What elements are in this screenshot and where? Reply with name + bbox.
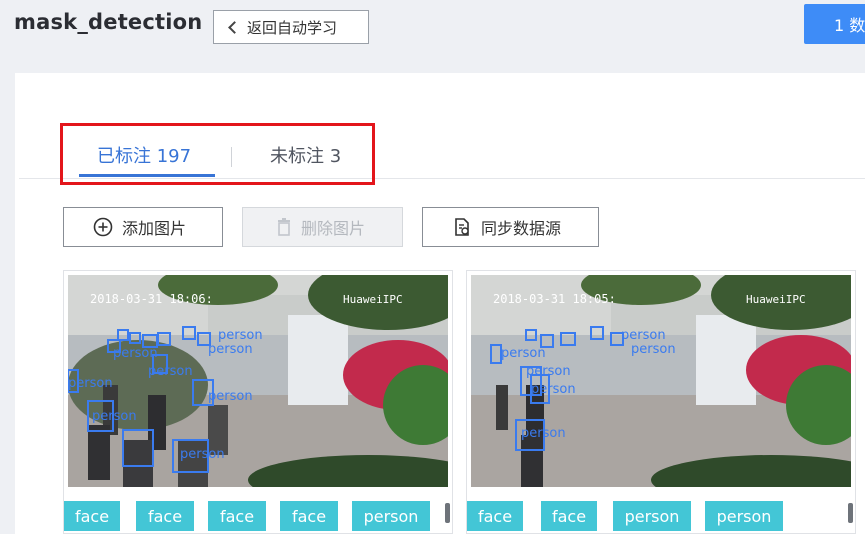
tag-chip: person <box>613 501 691 531</box>
back-button-label: 返回自动学习 <box>247 18 338 37</box>
tag-scroll-handle[interactable] <box>848 503 853 523</box>
primary-action-button[interactable]: 1 数 <box>804 4 865 44</box>
photo-camera-label: HuaweiIPC <box>746 293 806 306</box>
add-image-button[interactable]: 添加图片 <box>63 207 223 247</box>
annotated-photo[interactable]: person person person person person perso… <box>68 275 448 487</box>
tag-chip: face <box>541 501 597 531</box>
back-to-autolearn-button[interactable]: 返回自动学习 <box>213 10 369 44</box>
photo-timestamp: 2018-03-31 18:06: <box>90 292 213 306</box>
bbox-label: person <box>208 389 253 404</box>
bbox-label: person <box>631 342 676 357</box>
tag-chip: face <box>136 501 194 531</box>
tag-chip: person <box>705 501 783 531</box>
add-image-label: 添加图片 <box>122 219 187 238</box>
tag-chip: face <box>280 501 338 531</box>
image-card[interactable]: person person person person person perso… <box>63 270 453 534</box>
primary-button-label: 1 数 <box>834 16 865 35</box>
sync-datasource-button[interactable]: 同步数据源 <box>422 207 599 247</box>
bbox-label: person <box>68 376 113 391</box>
trash-icon <box>278 218 290 236</box>
bbox-label: person <box>621 328 666 343</box>
plus-circle-icon <box>93 217 113 237</box>
annotated-photo[interactable]: person person person person person perso… <box>471 275 851 487</box>
page-title: mask_detection <box>14 10 203 34</box>
tag-scroll-handle[interactable] <box>445 503 450 523</box>
tag-chip: face <box>64 501 120 531</box>
photo-timestamp: 2018-03-31 18:05: <box>493 292 616 306</box>
bbox-label: person <box>92 409 137 424</box>
delete-image-button[interactable]: 删除图片 <box>242 207 403 247</box>
chevron-left-icon <box>228 20 241 34</box>
bbox-label: person <box>218 328 263 343</box>
delete-image-label: 删除图片 <box>301 219 366 238</box>
bbox-label: person <box>208 342 253 357</box>
bbox-label: person <box>113 346 158 361</box>
bbox-label: person <box>521 426 566 441</box>
tag-chip: face <box>467 501 523 531</box>
sync-datasource-label: 同步数据源 <box>481 219 562 238</box>
tag-chip: person <box>352 501 430 531</box>
bbox-label: person <box>531 382 576 397</box>
highlight-annotation-box <box>60 123 375 185</box>
sync-document-icon <box>455 218 469 236</box>
tag-chip: face <box>208 501 266 531</box>
bbox-label: person <box>526 364 571 379</box>
image-card[interactable]: person person person person person perso… <box>466 270 856 534</box>
bbox-label: person <box>180 447 225 462</box>
bbox-label: person <box>501 346 546 361</box>
photo-camera-label: HuaweiIPC <box>343 293 403 306</box>
bbox-label: person <box>148 364 193 379</box>
